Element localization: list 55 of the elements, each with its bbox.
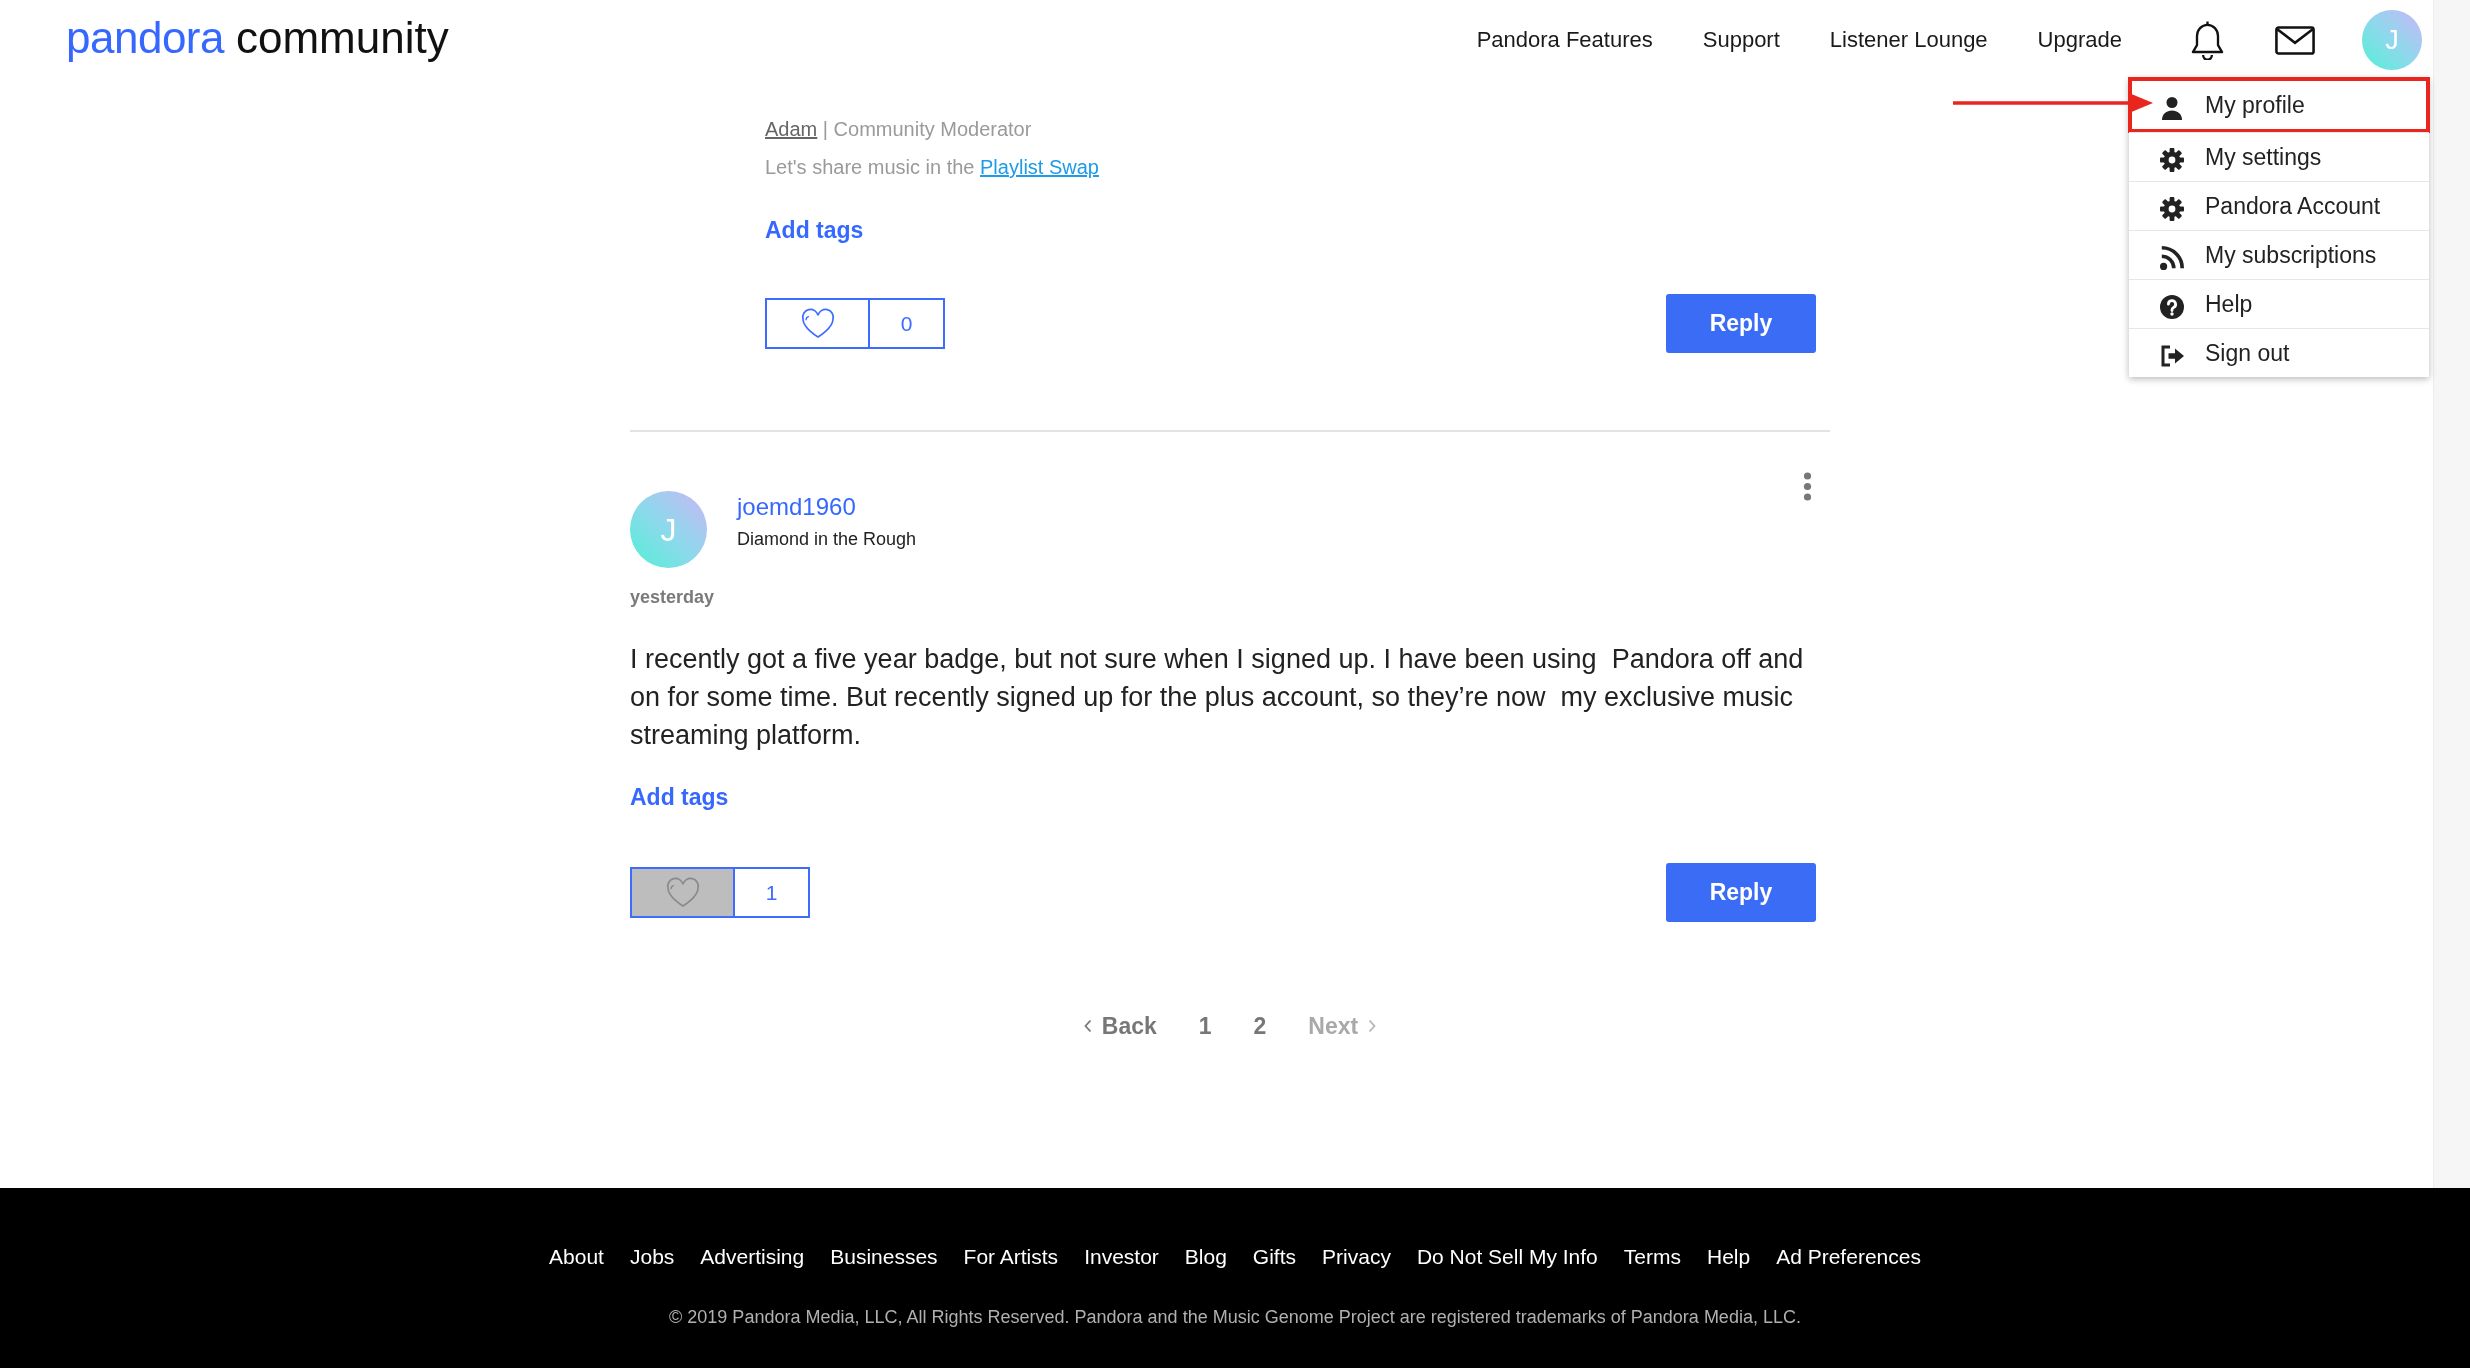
footer-link[interactable]: Terms (1623, 1243, 1681, 1271)
add-tags-link[interactable]: Add tags (765, 214, 864, 246)
like-count: 1 (764, 879, 779, 906)
nav-link[interactable]: Upgrade (2037, 25, 2122, 55)
page-link[interactable]: 1 (1198, 1010, 1212, 1042)
add-tags-link[interactable]: Add tags (630, 781, 729, 813)
footer-link[interactable]: Blog (1184, 1243, 1227, 1271)
heart-icon (800, 308, 835, 339)
author-rank: Diamond in the Rough (737, 528, 917, 551)
nav-link[interactable]: Listener Lounge (1829, 25, 1988, 55)
heart-icon (665, 877, 700, 908)
chevron-right-icon (1368, 1019, 1377, 1033)
sign-out-icon (2160, 344, 2184, 368)
help-icon (2160, 295, 2184, 319)
page-link[interactable]: 2 (1253, 1010, 1267, 1042)
copyright-text: © 2019 Pandora Media, LLC, All Rights Reserved. Pandora and the Music Genome Project are registered trademarks of Pandora Media, LLC. (669, 1306, 1801, 1328)
menu-item[interactable]: Help (2129, 279, 2429, 328)
menu-item[interactable]: Pandora Account (2129, 181, 2429, 230)
footer-link[interactable]: About (549, 1243, 604, 1271)
reply-button[interactable]: Reply (1666, 294, 1816, 353)
more-options-icon[interactable] (1803, 472, 1812, 501)
footer-link[interactable]: Jobs (629, 1243, 675, 1271)
gear-icon (2160, 148, 2184, 172)
footer-link[interactable]: Investor (1084, 1243, 1159, 1271)
author-avatar: J (630, 491, 707, 568)
footer-link[interactable]: Businesses (830, 1243, 938, 1271)
nav-link[interactable]: Pandora Features (1476, 25, 1653, 55)
like-count: 0 (899, 310, 914, 337)
signature-line: Let's share music in the Playlist Swap (765, 155, 1099, 180)
post-time: yesterday (630, 586, 715, 609)
footer-link[interactable]: Privacy (1322, 1243, 1391, 1271)
person-icon (2160, 96, 2184, 120)
user-link[interactable]: Adam (765, 118, 818, 140)
footer-link[interactable]: Do Not Sell My Info (1416, 1243, 1598, 1271)
post-body: I recently got a five year badge, but not sure when I signed up. I have been using Pandora off and on for some time. But recently signed up for the plus account, so they’re now my exclusive music streaming platform. (630, 643, 1805, 752)
author-name-link[interactable]: joemd1960 (737, 492, 856, 522)
nav-link[interactable]: Support (1702, 25, 1780, 55)
footer-link[interactable]: Advertising (700, 1243, 805, 1271)
mail-envelope-icon[interactable] (2275, 25, 2315, 55)
gear-icon (2160, 197, 2184, 221)
rss-icon (2160, 246, 2184, 270)
footer-link[interactable]: For Artists (963, 1243, 1059, 1271)
notifications-bell-icon[interactable] (2190, 20, 2225, 60)
footer-link[interactable]: Ad Preferences (1776, 1243, 1921, 1271)
reply-button[interactable]: Reply (1666, 863, 1816, 922)
back-link[interactable]: Back (1083, 1010, 1157, 1042)
menu-item[interactable]: My settings (2129, 132, 2429, 181)
site-title[interactable]: community (236, 13, 449, 63)
menu-item[interactable]: Sign out (2129, 328, 2429, 377)
menu-item[interactable]: My subscriptions (2129, 230, 2429, 279)
signature-line: Adam | Community Moderator (765, 117, 1032, 142)
footer-link[interactable]: Help (1706, 1243, 1751, 1271)
footer-link[interactable]: Gifts (1252, 1243, 1297, 1271)
chevron-left-icon (1083, 1019, 1092, 1033)
brand-wordmark[interactable]: pandora (66, 13, 224, 63)
